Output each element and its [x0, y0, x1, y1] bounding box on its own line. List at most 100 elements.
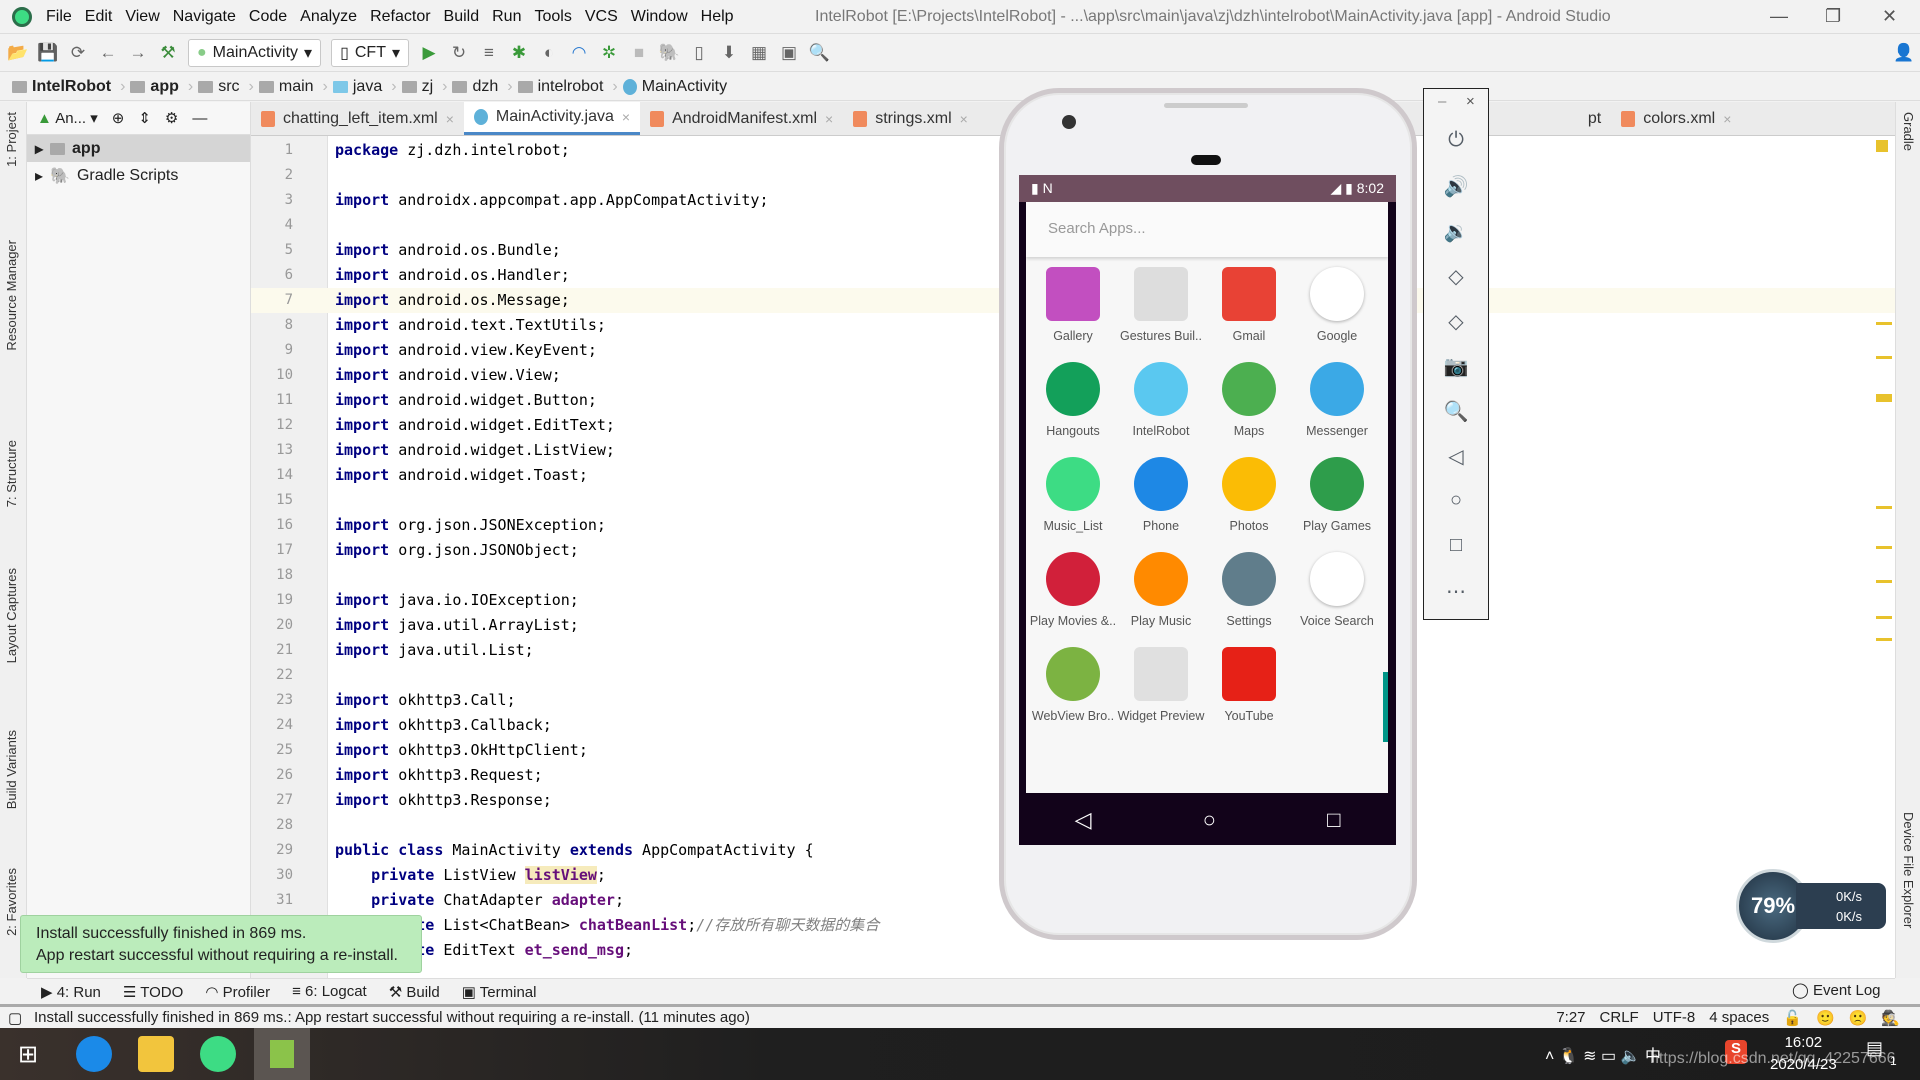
code-line[interactable]: import org.json.JSONException; [335, 513, 606, 538]
app-icon-settings[interactable]: Settings [1205, 552, 1293, 647]
tool-window-build-variants[interactable]: Build Variants [4, 730, 19, 809]
app-icon-play-music[interactable]: Play Music [1117, 552, 1205, 647]
editor-tab[interactable]: colors.xml × [1611, 102, 1741, 135]
tool-window-device-file-explorer[interactable]: Device File Explorer [1901, 812, 1916, 928]
breadcrumb-item[interactable]: src [198, 78, 240, 96]
error-stripe-mark[interactable] [1876, 394, 1892, 402]
hammer-icon[interactable]: ⚒ [158, 43, 178, 63]
menu-tools[interactable]: Tools [534, 8, 571, 26]
app-icon-voice-search[interactable]: Voice Search [1293, 552, 1381, 647]
editor-tab[interactable]: MainActivity.java × [463, 102, 641, 135]
app-icon-youtube[interactable]: YouTube [1205, 647, 1293, 742]
code-line[interactable]: public class MainActivity extends AppCom… [335, 838, 814, 863]
project-structure-icon[interactable]: ▦ [749, 43, 769, 63]
menu-run[interactable]: Run [492, 8, 521, 26]
attach-icon[interactable]: ◐ [539, 43, 559, 63]
menu-view[interactable]: View [125, 8, 159, 26]
debug-attach-icon[interactable]: ✲ [599, 43, 619, 63]
volume-up-icon[interactable]: 🔊 [1424, 174, 1488, 199]
gear-icon[interactable]: ⚙ [165, 109, 178, 127]
close-button[interactable]: ✕ [1882, 6, 1897, 27]
status-toggle-icon[interactable]: ▢ [8, 1009, 22, 1027]
code-line[interactable]: import okhttp3.Callback; [335, 713, 552, 738]
search-apps-input[interactable]: Search Apps... [1026, 202, 1388, 257]
app-icon-gallery[interactable]: Gallery [1029, 267, 1117, 362]
tool-window-gradle[interactable]: Gradle [1901, 112, 1916, 151]
event-log-button[interactable]: ◯ Event Log [1792, 981, 1881, 999]
breadcrumb-item[interactable]: zj [401, 78, 433, 96]
more-icon[interactable]: ⋯ [1424, 579, 1488, 604]
app-icon-gestures-buil[interactable]: Gestures Buil.. [1117, 267, 1205, 362]
breadcrumb-item[interactable]: dzh [452, 78, 498, 96]
close-tab-icon[interactable]: × [825, 111, 833, 127]
apply-code-icon[interactable]: ≡ [479, 43, 499, 63]
tool-window-favorites[interactable]: 2: Favorites [4, 868, 19, 936]
tool-window-layout-captures[interactable]: Layout Captures [4, 568, 19, 663]
code-line[interactable]: import androidx.appcompat.app.AppCompatA… [335, 188, 768, 213]
app-icon-google[interactable]: Google [1293, 267, 1381, 362]
expand-arrow-icon[interactable]: ▸ [35, 139, 43, 159]
back-icon[interactable]: ← [98, 43, 118, 63]
app-icon-phone[interactable]: Phone [1117, 457, 1205, 552]
tool-window-button-terminal[interactable]: ▣ Terminal [462, 983, 537, 1001]
android-studio-taskbar-icon[interactable] [200, 1036, 236, 1072]
zoom-icon[interactable]: 🔍 [1424, 399, 1488, 424]
code-line[interactable]: private ChatAdapter adapter; [335, 888, 624, 913]
close-tab-icon[interactable]: × [960, 111, 968, 127]
menu-refactor[interactable]: Refactor [370, 8, 430, 26]
menu-analyze[interactable]: Analyze [300, 8, 357, 26]
run-config-select[interactable]: ● MainActivity ▾ [188, 39, 322, 67]
code-line[interactable]: import android.os.Bundle; [335, 238, 561, 263]
code-line[interactable]: import android.os.Handler; [335, 263, 570, 288]
tool-window-button-todo[interactable]: ☰ TODO [123, 983, 183, 1001]
app-icon-intelrobot[interactable]: IntelRobot [1117, 362, 1205, 457]
expand-arrow-icon[interactable]: ▸ [35, 166, 43, 186]
project-view-select[interactable]: ▲ An... ▾ [37, 109, 98, 127]
editor-tab[interactable]: AndroidManifest.xml × [640, 102, 843, 135]
sdk-manager-icon[interactable]: ⬇ [719, 43, 739, 63]
app-icon-play-games[interactable]: Play Games [1293, 457, 1381, 552]
emulator-taskbar-icon[interactable] [254, 1028, 310, 1080]
app-icon-webview-bro[interactable]: WebView Bro.. [1029, 647, 1117, 742]
nav-back-icon[interactable]: ◁ [1075, 807, 1092, 833]
error-stripe-mark[interactable] [1876, 356, 1892, 359]
error-stripe-mark[interactable] [1876, 638, 1892, 641]
tool-window-button-logcat[interactable]: ≡ 6: Logcat [292, 983, 367, 1000]
tool-window-button-run[interactable]: ▶ 4: Run [41, 983, 101, 1001]
code-line[interactable]: import android.os.Message; [335, 288, 570, 313]
notification-center-icon[interactable]: ▤ [1866, 1038, 1883, 1059]
volume-down-icon[interactable]: 🔉 [1424, 219, 1488, 244]
minimize-icon[interactable]: – [1438, 93, 1446, 110]
code-line[interactable]: package zj.dzh.intelrobot; [335, 138, 570, 163]
nav-home-icon[interactable]: ○ [1203, 807, 1216, 833]
code-line[interactable]: import java.util.ArrayList; [335, 613, 579, 638]
tool-window-button-profiler[interactable]: ◠ Profiler [205, 983, 270, 1001]
gradle-sync-icon[interactable]: 🐘 [658, 43, 679, 63]
locate-icon[interactable]: ⊕ [112, 109, 125, 127]
menu-edit[interactable]: Edit [85, 8, 113, 26]
code-line[interactable]: import okhttp3.Call; [335, 688, 516, 713]
code-line[interactable]: import android.widget.ListView; [335, 438, 615, 463]
breadcrumb-item[interactable]: java [332, 78, 382, 96]
menu-vcs[interactable]: VCS [585, 8, 618, 26]
drawer-scrollbar[interactable] [1383, 672, 1388, 742]
terminal-icon[interactable]: ▣ [779, 43, 799, 63]
close-tab-icon[interactable]: × [1723, 111, 1731, 127]
app-icon-music-list[interactable]: Music_List [1029, 457, 1117, 552]
app-icon-widget-preview[interactable]: Widget Preview [1117, 647, 1205, 742]
home-icon[interactable]: ○ [1424, 489, 1488, 512]
code-line[interactable]: import android.view.KeyEvent; [335, 338, 597, 363]
code-line[interactable]: import okhttp3.Response; [335, 788, 552, 813]
smile-icon[interactable]: 🙂 [1816, 1009, 1835, 1027]
breadcrumb-item[interactable]: MainActivity [622, 78, 727, 96]
nav-recents-icon[interactable]: □ [1327, 807, 1340, 833]
rotate-left-icon[interactable]: ◇ [1424, 264, 1488, 289]
tool-window-button-build[interactable]: ⚒ Build [389, 983, 440, 1001]
avd-manager-icon[interactable]: ▯ [689, 43, 709, 63]
sync-icon[interactable]: ⟳ [68, 43, 88, 63]
code-line[interactable]: import android.widget.EditText; [335, 413, 615, 438]
camera-icon[interactable]: 📷 [1424, 354, 1488, 379]
caret-position[interactable]: 7:27 [1556, 1009, 1585, 1027]
app-icon-messenger[interactable]: Messenger [1293, 362, 1381, 457]
error-stripe-mark[interactable] [1876, 616, 1892, 619]
